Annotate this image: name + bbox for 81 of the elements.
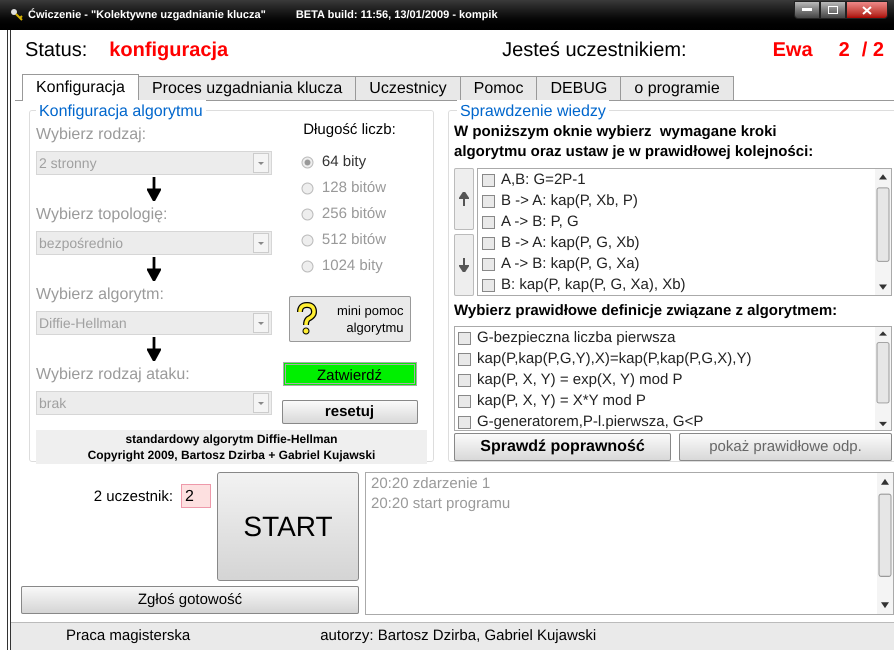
checkbox-item[interactable]: kap(P, X, Y) = X*Y mod P bbox=[458, 390, 875, 412]
checkbox[interactable] bbox=[458, 416, 471, 428]
minimize-button[interactable] bbox=[794, 1, 820, 19]
checkbox[interactable] bbox=[482, 195, 495, 208]
radio-button[interactable] bbox=[300, 234, 314, 247]
checkbox-item[interactable]: kap(P, X, Y) = exp(X, Y) mod P bbox=[458, 370, 875, 390]
status-bar-text: Praca magisterska bbox=[66, 626, 190, 646]
minimize-icon bbox=[802, 8, 812, 12]
log-entry: 20:20 zdarzenie 1 bbox=[371, 474, 492, 494]
down-arrow-icon bbox=[147, 257, 161, 281]
bit-length-label: Długość liczb: bbox=[303, 120, 396, 140]
checkbox-item[interactable]: G-bezpieczna liczba pierwsza bbox=[458, 328, 875, 348]
checkbox[interactable] bbox=[482, 216, 495, 229]
close-icon bbox=[862, 6, 872, 14]
checkbox-item[interactable]: B -> A: kap(P, G, Xb) bbox=[482, 233, 875, 254]
field-label: Wybierz topologię: bbox=[36, 205, 168, 225]
radio-button[interactable] bbox=[300, 156, 314, 169]
radio-button[interactable] bbox=[300, 260, 314, 273]
participant-label: Jesteś uczestnikiem: bbox=[502, 38, 687, 63]
checkbox-item[interactable]: B: kap(P, kap(P, G, Xa), Xb) bbox=[482, 275, 875, 295]
checkbox[interactable] bbox=[458, 374, 471, 386]
checkbox[interactable] bbox=[482, 258, 495, 271]
checkbox[interactable] bbox=[458, 332, 471, 344]
participant-index: 2 bbox=[838, 38, 850, 63]
ready-button[interactable]: Zgłoś gotowość bbox=[21, 586, 359, 614]
dropdown-caret-icon bbox=[253, 233, 269, 253]
keys-icon bbox=[10, 8, 24, 22]
tab[interactable]: o programie bbox=[620, 76, 734, 100]
radio-button[interactable] bbox=[300, 208, 314, 221]
status-label: Status: bbox=[25, 38, 88, 63]
tab[interactable]: Pomoc bbox=[460, 76, 538, 100]
help-button[interactable]: mini pomoc algorytmu bbox=[288, 296, 410, 342]
algorithm-info: standardowy algorytm Diffie-Hellman Copyright 2009, Bartosz Dzirba + Gabriel Kujawski bbox=[36, 430, 427, 464]
checkbox-item[interactable]: B -> A: kap(P, Xb, P) bbox=[482, 191, 875, 212]
field-label: Wybierz rodzaj: bbox=[36, 125, 148, 145]
tab[interactable]: DEBUG bbox=[536, 76, 622, 100]
participant-name: Ewa bbox=[772, 38, 813, 63]
dropdown-caret-icon bbox=[253, 153, 269, 173]
check-button[interactable]: Sprawdź poprawność bbox=[454, 433, 671, 461]
status-value: konfiguracja bbox=[109, 38, 228, 63]
close-button[interactable] bbox=[846, 1, 888, 19]
maximize-icon bbox=[828, 6, 838, 14]
question-mark-icon bbox=[296, 302, 318, 336]
start-button[interactable]: START bbox=[217, 472, 359, 581]
instruction-text: W poniższym oknie wybierz wymagane kroki algorytmu oraz ustaw je w prawidłowej kolejności: bbox=[454, 122, 814, 162]
checkbox-item[interactable]: A,B: G=2P-1 bbox=[482, 170, 875, 191]
tab[interactable]: Proces uzgadniania klucza bbox=[138, 76, 356, 100]
checkbox-item[interactable]: A -> B: P, G bbox=[482, 212, 875, 233]
checkbox[interactable] bbox=[458, 394, 471, 408]
tab[interactable]: Konfiguracja bbox=[22, 74, 139, 101]
checkbox-item[interactable]: A -> B: kap(P, G, Xa) bbox=[482, 254, 875, 275]
up-arrow-icon bbox=[459, 192, 469, 206]
field-label: Wybierz algorytm: bbox=[36, 285, 165, 305]
checkbox[interactable] bbox=[482, 237, 495, 250]
participant-count-field[interactable]: 2 bbox=[181, 484, 211, 508]
reset-button[interactable]: resetuj bbox=[282, 400, 418, 424]
checkbox[interactable] bbox=[482, 174, 495, 187]
radio-button[interactable] bbox=[300, 182, 314, 195]
maximize-button[interactable] bbox=[820, 1, 846, 19]
field-label: Wybierz rodzaj ataku: bbox=[36, 365, 191, 385]
checkbox[interactable] bbox=[458, 352, 471, 366]
dropdown-caret-icon bbox=[253, 313, 269, 333]
log-entry: 20:20 start programu bbox=[371, 494, 512, 514]
build-info: BETA build: 11:56, 13/01/2009 - kompik bbox=[296, 8, 498, 23]
checkbox[interactable] bbox=[482, 279, 495, 292]
checkbox-item[interactable]: kap(P,kap(P,G,Y),X)=kap(P,kap(P,G,X),Y) bbox=[458, 348, 875, 370]
confirm-button[interactable]: Zatwierdź bbox=[282, 362, 416, 386]
participant-count-label: 2 uczestnik: bbox=[94, 487, 173, 507]
tab[interactable]: Uczestnicy bbox=[355, 76, 461, 100]
status-bar-text: autorzy: Bartosz Dzirba, Gabriel Kujawski bbox=[320, 626, 596, 646]
window-title: Ćwiczenie - "Kolektywne uzgadnianie klucza" bbox=[28, 7, 266, 23]
down-arrow-icon bbox=[459, 258, 469, 272]
checkbox-item[interactable]: G-generatorem,P-l.pierwsza, G<P bbox=[458, 412, 875, 430]
down-arrow-icon bbox=[147, 337, 161, 361]
move-up-button[interactable] bbox=[454, 168, 474, 230]
dropdown-caret-icon bbox=[253, 393, 269, 413]
down-arrow-icon bbox=[147, 177, 161, 201]
radio-option[interactable]: 64 bity bbox=[300, 150, 386, 176]
move-down-button[interactable] bbox=[454, 234, 474, 296]
participant-total: / 2 bbox=[862, 38, 884, 63]
definitions-label: Wybierz prawidłowe definicje związane z algorytmem: bbox=[454, 301, 838, 321]
